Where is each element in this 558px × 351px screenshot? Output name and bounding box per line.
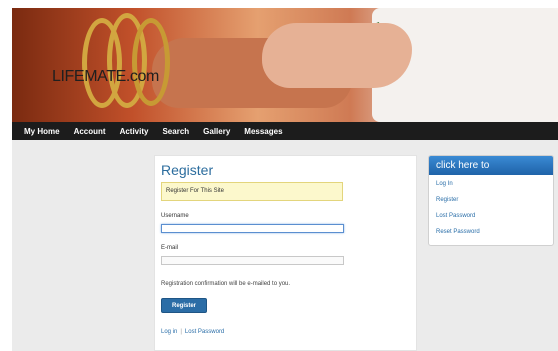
sidebar-heading: click here to: [429, 156, 553, 175]
nav-item-search[interactable]: Search: [162, 127, 189, 136]
footer-links: Log in | Lost Password: [161, 329, 410, 335]
username-label: Username: [161, 213, 189, 219]
email-label: E-mail: [161, 245, 179, 251]
register-notice: Register For This Site: [161, 182, 343, 201]
login-link[interactable]: Log in: [161, 329, 177, 335]
confirmation-text: Registration confirmation will be e-mail…: [161, 281, 291, 287]
register-panel: Register Register For This Site Username…: [154, 155, 417, 351]
sidebar-link-reset-password[interactable]: Reset Password: [429, 223, 553, 239]
sidebar-link-lost-password[interactable]: Lost Password: [429, 207, 553, 223]
lost-password-link[interactable]: Lost Password: [185, 329, 224, 335]
sidebar-link-register[interactable]: Register: [429, 191, 553, 207]
page-title: Register: [161, 162, 214, 178]
header-banner-image: LIFEMATE.com: [12, 8, 558, 122]
nav-item-activity[interactable]: Activity: [120, 127, 149, 136]
sidebar-widget: click here to Log In Register Lost Passw…: [428, 155, 554, 246]
link-separator: |: [180, 329, 182, 335]
username-input[interactable]: [161, 224, 344, 233]
banner-hand-light: [262, 23, 412, 88]
nav-item-my-home[interactable]: My Home: [24, 127, 60, 136]
banner-bangle: [132, 18, 170, 106]
email-input[interactable]: [161, 256, 344, 265]
nav-item-messages[interactable]: Messages: [244, 127, 282, 136]
main-navbar: My Home Account Activity Search Gallery …: [12, 122, 558, 140]
site-logo-text[interactable]: LIFEMATE.com: [52, 68, 159, 86]
nav-item-account[interactable]: Account: [74, 127, 106, 136]
nav-item-gallery[interactable]: Gallery: [203, 127, 230, 136]
register-button[interactable]: Register: [161, 298, 207, 313]
sidebar-link-log-in[interactable]: Log In: [429, 175, 553, 191]
